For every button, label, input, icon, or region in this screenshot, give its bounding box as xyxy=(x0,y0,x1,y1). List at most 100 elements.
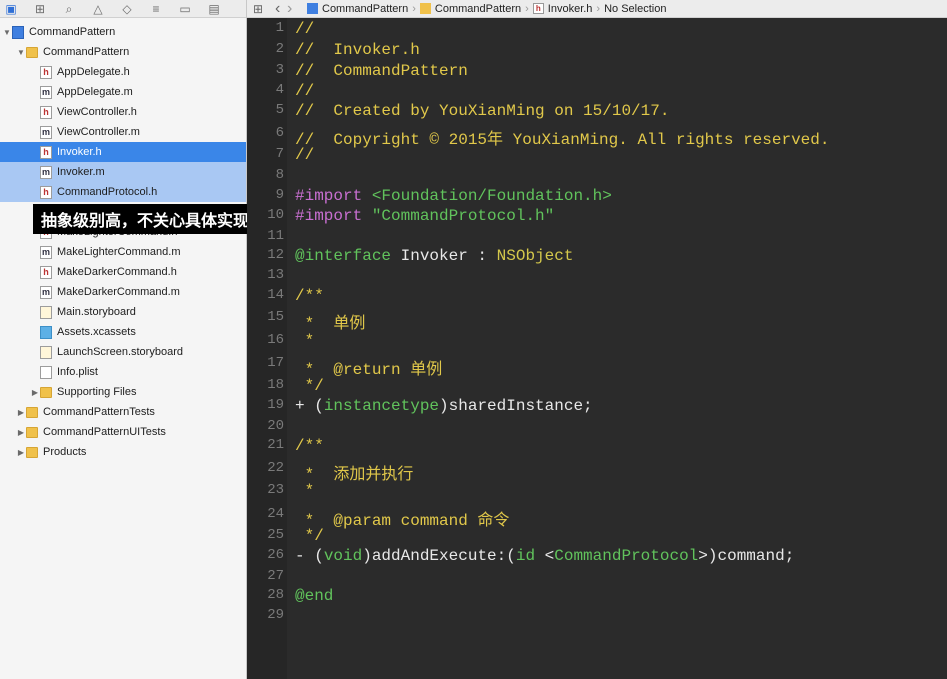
tree-item[interactable]: m Invoker.m xyxy=(0,162,246,182)
code-text: // Created by YouXianMing on 15/10/17. xyxy=(295,102,669,120)
line-number: 15 xyxy=(267,309,284,325)
disclosure-down-icon[interactable]: ▼ xyxy=(2,28,12,37)
tree-item[interactable]: h CommandProtocol.h xyxy=(0,182,246,202)
debug-navigator-icon[interactable]: ≡ xyxy=(149,2,163,16)
disclosure-right-icon[interactable]: ▶ xyxy=(16,428,26,437)
code-line: 12 @interface Invoker : NSObject xyxy=(247,247,947,267)
tree-item-label: CommandPattern xyxy=(29,26,116,38)
symbol-navigator-icon[interactable]: ⊞ xyxy=(33,2,47,16)
storyboard-icon xyxy=(40,305,52,319)
test-navigator-icon[interactable]: ◇ xyxy=(120,2,134,16)
breakpoint-icon[interactable]: ▭ xyxy=(178,2,192,16)
chevron-right-icon: › xyxy=(525,2,529,15)
code-line: 6// Copyright © 2015年 YouXianMing. All r… xyxy=(247,125,947,149)
jumpbar-crumb-group[interactable]: CommandPattern xyxy=(419,2,522,15)
report-navigator-icon[interactable]: ▤ xyxy=(207,2,221,16)
jump-bar: ⊞ ‹ › CommandPattern › CommandPattern › … xyxy=(247,0,947,18)
tree-item[interactable]: ▶ Supporting Files xyxy=(0,382,246,402)
tree-item[interactable]: m AppDelegate.m xyxy=(0,82,246,102)
folder-navigator-icon[interactable]: ▣ xyxy=(4,2,18,16)
line-number: 17 xyxy=(267,355,284,371)
tree-item-label: CommandProtocol.h xyxy=(57,186,158,198)
code-line: 20 xyxy=(247,418,947,438)
line-number: 5 xyxy=(275,102,284,118)
back-button[interactable]: ‹ xyxy=(275,0,287,18)
line-number: 16 xyxy=(267,332,284,348)
line-number: 20 xyxy=(267,418,284,434)
disclosure-down-icon[interactable]: ▼ xyxy=(16,48,26,57)
tree-item[interactable]: m MakeDarkerCommand.m xyxy=(0,282,246,302)
tree-item[interactable]: ▼ CommandPattern xyxy=(0,22,246,42)
code-line: 7 // xyxy=(247,146,947,166)
tree-item[interactable]: ▶ CommandPatternUITests xyxy=(0,422,246,442)
tree-item[interactable]: Info.plist xyxy=(0,362,246,382)
code-line: 23 * xyxy=(247,482,947,502)
code-text: - (void)addAndExecute:(id <CommandProtoc… xyxy=(295,547,794,565)
tree-item[interactable]: LaunchScreen.storyboard xyxy=(0,342,246,362)
tree-item[interactable]: m MakeLighterCommand.m xyxy=(0,242,246,262)
folder-icon xyxy=(26,406,38,418)
tree-item[interactable]: h Invoker.h xyxy=(0,142,246,162)
code-text: /** xyxy=(295,437,324,455)
warning-icon[interactable]: △ xyxy=(91,2,105,16)
code-text: * 添加并执行 xyxy=(295,460,414,484)
code-token: >)command; xyxy=(698,547,795,565)
code-token: #import xyxy=(295,207,372,225)
code-token: */ xyxy=(295,527,324,545)
code-token: "CommandProtocol.h" xyxy=(371,207,555,225)
line-number: 11 xyxy=(267,228,284,244)
jumpbar-crumb-symbol[interactable]: No Selection xyxy=(604,3,666,15)
disclosure-right-icon[interactable]: ▶ xyxy=(30,388,40,397)
tree-item[interactable]: ▶ CommandPatternTests xyxy=(0,402,246,422)
jumpbar-crumb-file[interactable]: h Invoker.h xyxy=(532,2,593,15)
crumb-label: Invoker.h xyxy=(547,2,593,15)
header-file-icon: h xyxy=(40,185,52,199)
storyboard-icon xyxy=(40,345,52,359)
tree-item-label: ViewController.h xyxy=(57,106,137,118)
tree-item[interactable]: h AppDelegate.h xyxy=(0,62,246,82)
tree-item[interactable]: Assets.xcassets xyxy=(0,322,246,342)
related-items-icon[interactable]: ⊞ xyxy=(253,2,267,16)
tree-item[interactable]: Main.storyboard xyxy=(0,302,246,322)
disclosure-right-icon[interactable]: ▶ xyxy=(16,448,26,457)
code-text: // CommandPattern xyxy=(295,62,468,80)
tree-item-label: Info.plist xyxy=(57,366,98,378)
code-line: 5 // Created by YouXianMing on 15/10/17. xyxy=(247,102,947,122)
forward-button[interactable]: › xyxy=(287,0,307,18)
code-token: * 单例 xyxy=(295,315,366,333)
code-line: 27 xyxy=(247,568,947,588)
disclosure-right-icon[interactable]: ▶ xyxy=(16,408,26,417)
line-number: 22 xyxy=(267,460,284,476)
code-line: 21 /** xyxy=(247,437,947,457)
tree-item-label: CommandPatternUITests xyxy=(43,426,166,438)
code-text: + (instancetype)sharedInstance; xyxy=(295,397,593,415)
source-file-icon: m xyxy=(40,125,52,139)
asset-catalog-icon xyxy=(40,325,52,339)
tree-item-label: LaunchScreen.storyboard xyxy=(57,346,183,358)
tree-item[interactable]: h ViewController.h xyxy=(0,102,246,122)
code-token: * xyxy=(295,332,315,350)
line-number: 3 xyxy=(275,62,284,78)
search-icon[interactable]: ⌕ xyxy=(62,2,76,16)
folder-icon xyxy=(40,386,52,398)
line-number: 21 xyxy=(267,437,284,453)
line-number: 10 xyxy=(267,207,284,223)
code-token: void xyxy=(323,547,363,565)
source-editor[interactable]: 1 // 2 // Invoker.h 3 // CommandPattern 4 // 5 //… xyxy=(247,18,947,679)
folder-icon xyxy=(26,426,38,438)
code-line: 1 // xyxy=(247,20,947,40)
tree-item[interactable]: ▶ Products xyxy=(0,442,246,462)
tree-item[interactable]: ▼ CommandPattern xyxy=(0,42,246,62)
code-token: )sharedInstance; xyxy=(439,397,593,415)
tree-item[interactable]: h MakeDarkerCommand.h xyxy=(0,262,246,282)
tree-item[interactable]: m ViewController.m xyxy=(0,122,246,142)
code-line: 3 // CommandPattern xyxy=(247,62,947,82)
line-number: 28 xyxy=(267,587,284,603)
line-number: 1 xyxy=(275,20,284,36)
code-text: #import "CommandProtocol.h" xyxy=(295,207,554,225)
code-token: // xyxy=(295,20,315,38)
navigator-toolbar: ▣ ⊞ ⌕ △ ◇ ≡ ▭ ▤ xyxy=(0,0,246,18)
crumb-label: CommandPattern xyxy=(434,2,522,15)
jumpbar-crumb-project[interactable]: CommandPattern xyxy=(307,3,408,15)
line-number: 23 xyxy=(267,482,284,498)
